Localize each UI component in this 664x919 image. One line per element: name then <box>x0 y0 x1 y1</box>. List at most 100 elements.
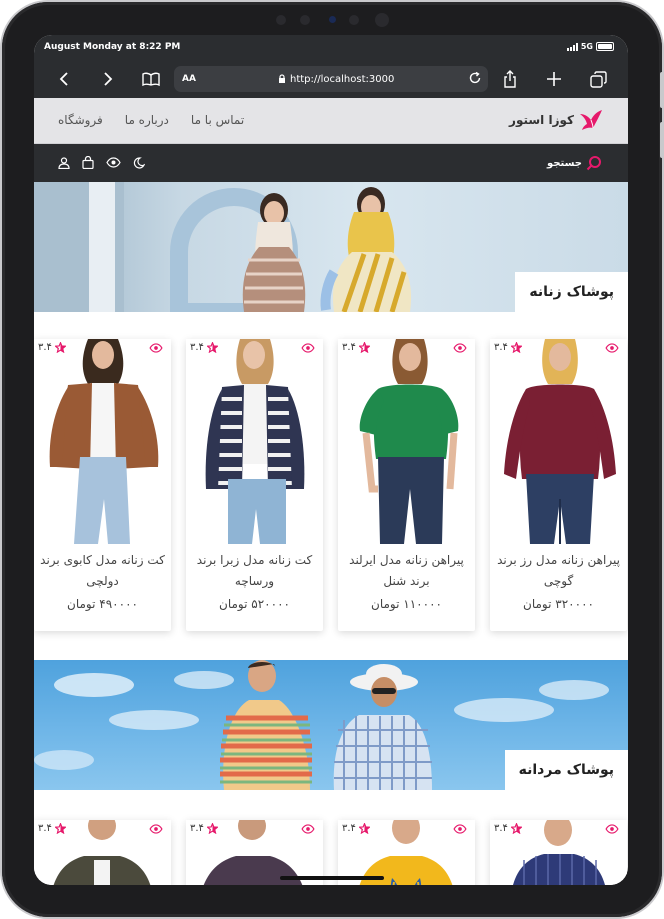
status-time: August Monday at 8:22 PM <box>44 42 181 52</box>
product-price: ۳۲۰۰۰۰ تومان <box>523 597 594 611</box>
search-button[interactable]: جستجو <box>547 155 602 171</box>
site-logo[interactable]: کوزا استور <box>509 107 604 133</box>
product-rating: ۳.۴ <box>38 342 66 353</box>
product-rating: ۳.۴ <box>38 823 66 834</box>
product-rating: ۳.۴ <box>190 823 218 834</box>
eye-icon[interactable] <box>106 157 121 168</box>
address-bar[interactable]: AA http://localhost:3000 <box>174 66 488 92</box>
star-icon <box>54 823 66 834</box>
nav-about-link[interactable]: درباره ما <box>125 113 169 127</box>
product-rating: ۳.۴ <box>494 342 522 353</box>
quick-view-eye-icon[interactable] <box>605 824 619 834</box>
product-rating: ۳.۴ <box>494 823 522 834</box>
chevron-left-icon <box>59 72 68 86</box>
rating-value: ۳.۴ <box>342 342 356 353</box>
user-icon[interactable] <box>58 156 70 169</box>
search-label: جستجو <box>547 157 582 169</box>
forward-button[interactable] <box>96 68 120 90</box>
plus-icon <box>547 72 561 86</box>
star-icon <box>206 342 218 353</box>
bird-logo-icon <box>580 110 602 130</box>
quick-view-eye-icon[interactable] <box>149 824 163 834</box>
product-image <box>186 339 323 544</box>
product-card[interactable]: ۳.۴ کت زنانه مدل کابوی برند دولچی ۴۹۰۰۰۰… <box>34 339 171 631</box>
women-products: ۳.۴ پیراهن زنانه مدل رز برند گوچی ۳۲۰۰۰۰… <box>34 312 628 660</box>
star-icon <box>54 342 66 353</box>
url-text: http://localhost:3000 <box>290 73 395 85</box>
quick-view-eye-icon[interactable] <box>453 343 467 353</box>
rating-value: ۳.۴ <box>190 342 204 353</box>
men-section-title: پوشاک مردانه <box>504 750 628 790</box>
product-card[interactable]: ۳.۴ کت زنانه مدل زبرا برند ورساچه ۵۲۰۰۰۰… <box>186 339 323 631</box>
new-tab-button[interactable] <box>542 68 566 90</box>
share-icon <box>504 70 516 88</box>
product-image <box>34 339 171 544</box>
women-section-title: پوشاک زنانه <box>515 272 628 312</box>
product-title[interactable]: پیراهن زنانه مدل رز برند گوچی <box>496 550 621 592</box>
rating-value: ۳.۴ <box>494 823 508 834</box>
signal-icon <box>566 42 578 51</box>
star-icon <box>206 823 218 834</box>
screen: August Monday at 8:22 PM 5G AA http://lo… <box>34 35 628 885</box>
front-camera-icon <box>375 13 389 27</box>
search-icon <box>586 156 601 171</box>
product-rating: ۳.۴ <box>190 342 218 353</box>
tabs-icon <box>589 70 607 88</box>
star-icon <box>358 823 370 834</box>
star-icon <box>510 823 522 834</box>
quick-view-eye-icon[interactable] <box>301 343 315 353</box>
shopping-bag-icon[interactable] <box>82 156 94 169</box>
product-card[interactable]: ۳.۴ پیراهن زنانه مدل رز برند گوچی ۳۲۰۰۰۰… <box>490 339 627 631</box>
rating-value: ۳.۴ <box>494 342 508 353</box>
book-icon <box>142 72 160 86</box>
moon-icon[interactable] <box>133 156 145 169</box>
product-price: ۱۱۰۰۰۰ تومان <box>371 597 442 611</box>
star-icon <box>358 342 370 353</box>
logo-text: کوزا استور <box>509 113 574 127</box>
sensor-icon <box>349 15 359 25</box>
tabs-button[interactable] <box>586 68 610 90</box>
product-card[interactable]: ۳.۴ <box>34 820 171 885</box>
rating-value: ۳.۴ <box>38 342 52 353</box>
battery-icon <box>596 42 614 51</box>
nav-contact-link[interactable]: تماس با ما <box>191 113 244 127</box>
lock-icon <box>279 74 285 83</box>
quick-view-eye-icon[interactable] <box>453 824 467 834</box>
men-banner[interactable]: پوشاک مردانه <box>34 660 628 790</box>
search-toolbar: جستجو <box>34 144 628 182</box>
star-icon <box>510 342 522 353</box>
nav-links: فروشگاه درباره ما تماس با ما <box>58 113 244 127</box>
product-title[interactable]: کت زنانه مدل زبرا برند ورساچه <box>192 550 317 592</box>
product-price: ۵۲۰۰۰۰ تومان <box>219 597 290 611</box>
product-rating: ۳.۴ <box>342 823 370 834</box>
product-price: ۴۹۰۰۰۰ تومان <box>67 597 138 611</box>
site-header: کوزا استور فروشگاه درباره ما تماس با ما <box>34 98 628 144</box>
product-title[interactable]: پیراهن زنانه مدل ایرلند برند شنل <box>344 550 469 592</box>
rating-value: ۳.۴ <box>190 823 204 834</box>
quick-view-eye-icon[interactable] <box>301 824 315 834</box>
quick-view-eye-icon[interactable] <box>605 343 619 353</box>
product-image <box>338 339 475 544</box>
sensor-icon <box>300 15 310 25</box>
rating-value: ۳.۴ <box>38 823 52 834</box>
product-card[interactable]: ۳.۴ <box>490 820 627 885</box>
home-indicator[interactable] <box>280 876 384 880</box>
men-products: ۳.۴ ۳.۴ ۳.۴ ۳.۴ <box>34 790 628 885</box>
nav-shop-link[interactable]: فروشگاه <box>58 113 103 127</box>
network-type: 5G <box>580 42 593 51</box>
product-rating: ۳.۴ <box>342 342 370 353</box>
back-button[interactable] <box>52 68 76 90</box>
reload-icon[interactable] <box>468 71 482 85</box>
reader-button[interactable]: AA <box>182 74 196 84</box>
browser-chrome: August Monday at 8:22 PM 5G AA http://lo… <box>34 35 628 98</box>
rating-value: ۳.۴ <box>342 823 356 834</box>
share-button[interactable] <box>498 68 522 90</box>
product-card[interactable]: ۳.۴ پیراهن زنانه مدل ایرلند برند شنل ۱۱۰… <box>338 339 475 631</box>
camera-lens-icon <box>329 16 336 23</box>
product-image <box>490 339 627 544</box>
product-title[interactable]: کت زنانه مدل کابوی برند دولچی <box>40 550 165 592</box>
quick-view-eye-icon[interactable] <box>149 343 163 353</box>
status-indicators: 5G <box>566 42 614 51</box>
women-banner[interactable]: پوشاک زنانه <box>34 182 628 312</box>
bookmarks-button[interactable] <box>139 68 163 90</box>
